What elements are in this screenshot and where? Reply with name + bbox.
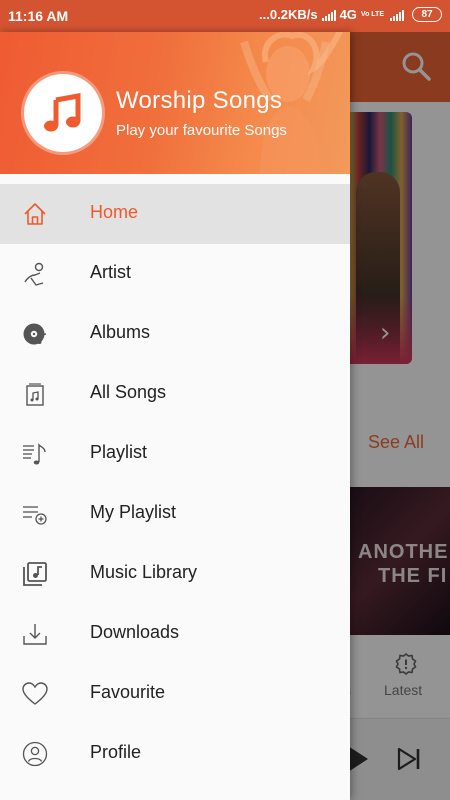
favourite-icon bbox=[22, 682, 48, 705]
drawer-item-all-songs[interactable]: All Songs bbox=[0, 364, 350, 424]
drawer-item-downloads[interactable]: Downloads bbox=[0, 604, 350, 664]
battery-level: 87 bbox=[421, 9, 433, 20]
drawer-header: Worship Songs Play your favourite Songs bbox=[0, 32, 350, 174]
drawer-item-favourite[interactable]: Favourite bbox=[0, 664, 350, 724]
album-icon bbox=[23, 323, 47, 345]
profile-icon bbox=[22, 741, 48, 767]
signal-icon bbox=[321, 9, 336, 21]
app-title: Worship Songs bbox=[116, 87, 283, 114]
navigation-drawer: Worship Songs Play your favourite Songs … bbox=[0, 32, 350, 800]
status-time: 11:16 AM bbox=[8, 8, 69, 24]
artist-icon bbox=[24, 262, 44, 286]
all-songs-icon bbox=[26, 383, 44, 406]
app-subtitle: Play your favourite Songs bbox=[116, 122, 287, 139]
drawer-item-label: Albums bbox=[90, 322, 151, 342]
drawer-item-playlist[interactable]: Playlist bbox=[0, 424, 350, 484]
drawer-item-label: All Songs bbox=[90, 382, 167, 402]
network-type: 4G bbox=[339, 7, 357, 22]
signal-icon bbox=[390, 9, 404, 21]
drawer-item-label: Profile bbox=[90, 742, 142, 762]
music-note-icon bbox=[44, 93, 81, 132]
drawer-item-label: Downloads bbox=[90, 622, 180, 642]
home-icon bbox=[24, 203, 46, 225]
drawer-item-home[interactable]: Home bbox=[0, 184, 350, 244]
drawer-item-albums[interactable]: Albums bbox=[0, 304, 350, 364]
battery-icon: 87 bbox=[412, 7, 442, 22]
downloads-icon bbox=[23, 624, 47, 645]
drawer-item-label: Artist bbox=[90, 262, 132, 282]
drawer-item-my-playlist[interactable]: My Playlist bbox=[0, 484, 350, 544]
network-speed: ...0.2KB/s bbox=[259, 7, 318, 22]
drawer-item-label: Music Library bbox=[90, 562, 198, 582]
volte-indicator: Vo LTE bbox=[360, 11, 384, 18]
drawer-menu: Home Artist Albums All Songs Playlist My… bbox=[0, 184, 350, 784]
drawer-item-label: My Playlist bbox=[90, 502, 177, 522]
status-bar: 11:16 AM ...0.2KB/s 4G Vo LTE 87 bbox=[0, 0, 450, 32]
drawer-item-label: Playlist bbox=[90, 442, 148, 462]
drawer-item-label: Home bbox=[90, 202, 139, 222]
drawer-item-profile[interactable]: Profile bbox=[0, 724, 350, 784]
music-library-icon bbox=[23, 562, 47, 586]
playlist-icon bbox=[23, 443, 46, 465]
status-indicators: ...0.2KB/s 4G Vo LTE 87 bbox=[259, 7, 442, 22]
drawer-item-artist[interactable]: Artist bbox=[0, 244, 350, 304]
my-playlist-icon bbox=[23, 506, 47, 525]
app-logo bbox=[24, 74, 102, 152]
drawer-item-label: Favourite bbox=[90, 682, 166, 702]
drawer-item-music-library[interactable]: Music Library bbox=[0, 544, 350, 604]
